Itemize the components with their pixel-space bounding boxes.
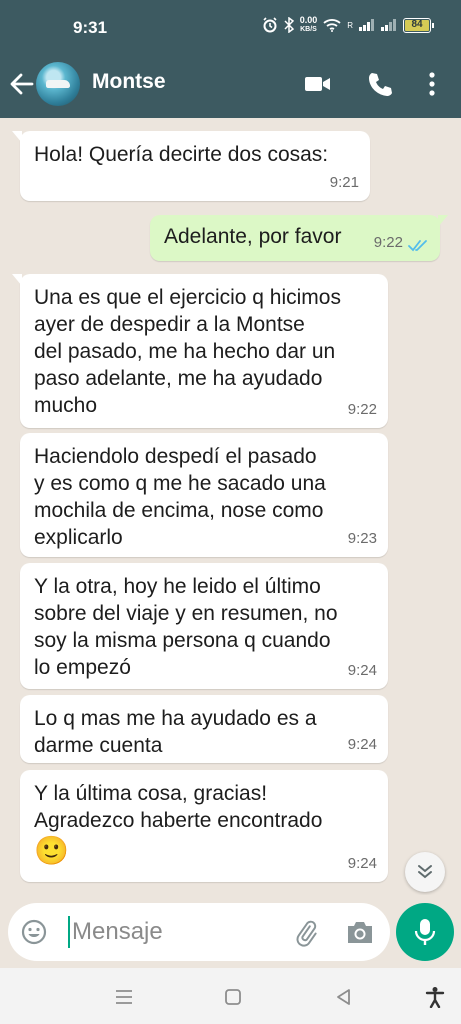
message-bubble-incoming[interactable]: Y la otra, hoy he leido el último sobre … xyxy=(20,563,388,689)
wifi-icon xyxy=(323,19,341,32)
net-speed: 0.00 KB/S xyxy=(300,16,318,34)
scroll-down-button[interactable] xyxy=(405,852,445,892)
signal-icon-2 xyxy=(381,19,396,31)
message-time: 9:24 xyxy=(347,855,377,872)
battery-icon: 84 xyxy=(403,17,434,33)
system-nav-bar xyxy=(0,968,461,1024)
signal-label: R xyxy=(347,20,353,30)
message-time: 9:21 xyxy=(329,174,359,191)
smile-emoji: 🙂 xyxy=(34,835,69,866)
chat-area[interactable]: Hola! Quería decirte dos cosas: 9:21 Ade… xyxy=(0,118,461,895)
message-bubble-outgoing[interactable]: Adelante, por favor 9:22 xyxy=(150,215,448,261)
alarm-icon xyxy=(263,17,277,33)
attach-icon[interactable] xyxy=(292,919,320,947)
text-cursor xyxy=(68,916,70,948)
mic-icon xyxy=(414,919,436,945)
back-arrow-icon[interactable] xyxy=(8,70,36,98)
status-bar: 9:31 0.00 KB/S R 84 xyxy=(0,0,461,58)
message-composer xyxy=(8,903,390,961)
message-bubble-incoming[interactable]: Lo q mas me ha ayudado es a darme cuenta… xyxy=(20,695,388,763)
contact-name[interactable]: Montse xyxy=(92,70,166,94)
double-check-icon xyxy=(408,240,427,252)
status-time: 9:31 xyxy=(73,18,108,37)
message-bubble-incoming[interactable]: Una es que el ejercicio q hicimos ayer d… xyxy=(12,274,388,428)
message-text: Y la otra, hoy he leido el último sobre … xyxy=(34,575,338,679)
message-bubble-incoming[interactable]: Haciendolo despedí el pasado y es como q… xyxy=(20,433,388,557)
camera-icon[interactable] xyxy=(346,919,374,945)
avatar[interactable] xyxy=(36,62,80,106)
message-input[interactable] xyxy=(72,913,272,951)
back-nav-icon[interactable] xyxy=(333,986,355,1008)
message-bubble-incoming[interactable]: Hola! Quería decirte dos cosas: 9:21 xyxy=(12,131,370,201)
net-speed-unit: KB/S xyxy=(300,26,317,33)
emoji-icon[interactable] xyxy=(20,918,48,946)
video-call-icon[interactable] xyxy=(304,70,332,98)
signal-icon xyxy=(359,19,374,31)
home-icon[interactable] xyxy=(222,986,244,1008)
battery-level: 84 xyxy=(405,19,429,31)
message-time: 9:24 xyxy=(347,736,377,753)
status-icons: 0.00 KB/S R 84 xyxy=(262,16,434,34)
message-text: Hola! Quería decirte dos cosas: xyxy=(34,143,329,166)
recent-apps-icon[interactable] xyxy=(113,986,135,1008)
accessibility-icon[interactable] xyxy=(424,986,446,1008)
bluetooth-icon xyxy=(284,17,294,33)
message-text: Una es que el ejercicio q hicimos ayer d… xyxy=(34,286,341,417)
message-text: Haciendolo despedí el pasado y es como q… xyxy=(34,445,326,549)
chevron-down-icon xyxy=(418,865,432,879)
mic-button[interactable] xyxy=(396,903,454,961)
message-time: 9:23 xyxy=(347,530,377,547)
message-text: Y la última cosa, gracias! Agradezco hab… xyxy=(34,782,323,832)
message-text: Lo q mas me ha ayudado es a darme cuenta xyxy=(34,707,317,757)
message-time: 9:22 xyxy=(347,401,377,418)
net-speed-value: 0.00 xyxy=(299,15,318,25)
phone-icon[interactable] xyxy=(366,70,394,98)
message-bubble-incoming[interactable]: Y la última cosa, gracias! Agradezco hab… xyxy=(20,770,388,882)
chat-header: Montse xyxy=(0,58,461,118)
more-options-icon[interactable] xyxy=(418,70,446,98)
message-time: 9:22 xyxy=(373,234,403,251)
message-time: 9:24 xyxy=(347,662,377,679)
